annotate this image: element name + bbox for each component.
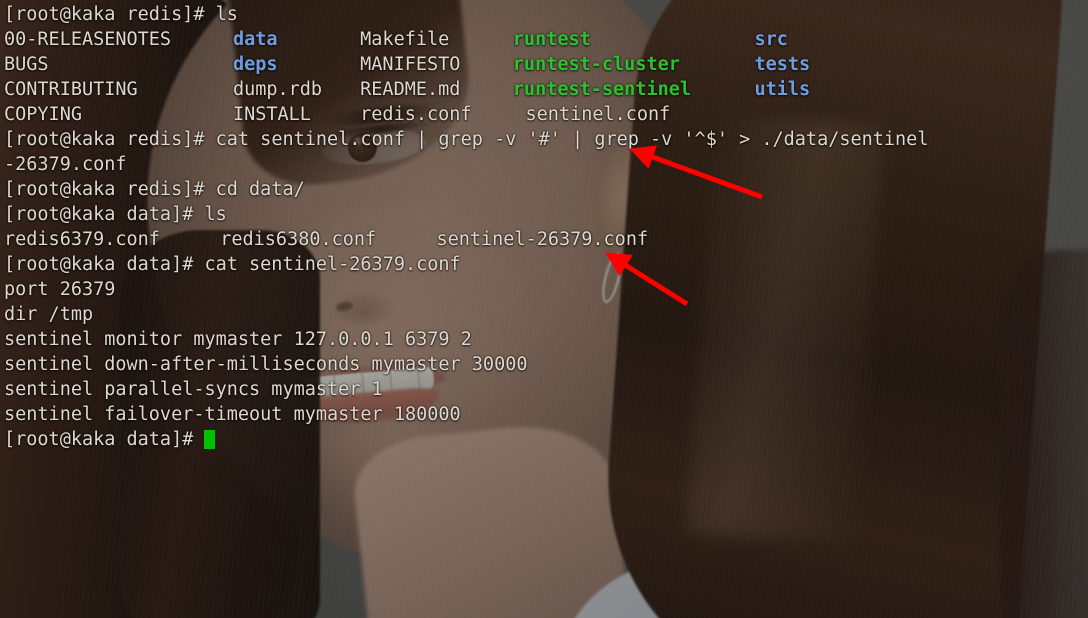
terminal-output-line: sentinel down-after-milliseconds mymaste… bbox=[4, 352, 1088, 377]
config-directive-text: port 26379 bbox=[4, 279, 116, 300]
config-directive-text: sentinel down-after-milliseconds mymaste… bbox=[4, 354, 528, 375]
terminal-text-buffer[interactable]: [root@kaka redis]# ls 00-RELEASENOTES data… bbox=[0, 0, 1088, 618]
shell-prompt: [root@kaka data]# bbox=[4, 254, 205, 275]
terminal-command-line: [root@kaka data]# ls bbox=[4, 202, 1088, 227]
ls-file-entry: dump.rdb bbox=[232, 79, 323, 100]
shell-command-text-wrapped: -26379.conf bbox=[4, 154, 127, 175]
ls-output-row: 00-RELEASENOTES data Makefile runtest src bbox=[4, 27, 1088, 52]
shell-command-text: ls bbox=[204, 204, 227, 225]
ls-output-row: COPYING INSTALL redis.conf sentinel.conf bbox=[4, 102, 1088, 127]
ls-file-entry: redis6379.conf bbox=[4, 229, 160, 250]
ls-file-entry: BUGS bbox=[4, 54, 49, 75]
ls-directory-entry: src bbox=[754, 29, 788, 50]
ls-executable-entry: runtest-cluster bbox=[512, 54, 680, 75]
terminal-output-line: sentinel parallel-syncs mymaster 1 bbox=[4, 377, 1088, 402]
terminal-output-line: port 26379 bbox=[4, 277, 1088, 302]
terminal-command-line: [root@kaka redis]# cd data/ bbox=[4, 177, 1088, 202]
ls-executable-entry: runtest bbox=[512, 29, 591, 50]
ls-output-row: redis6379.conf redis6380.conf sentinel-263… bbox=[4, 227, 1088, 252]
config-directive-text: sentinel failover-timeout mymaster 18000… bbox=[4, 404, 461, 425]
shell-prompt: [root@kaka redis]# bbox=[4, 129, 216, 150]
ls-directory-entry: data bbox=[232, 29, 278, 50]
config-directive-text: sentinel monitor mymaster 127.0.0.1 6379… bbox=[4, 329, 472, 350]
text-cursor[interactable] bbox=[204, 430, 216, 449]
shell-prompt: [root@kaka data]# bbox=[4, 204, 205, 225]
ls-directory-entry: deps bbox=[232, 54, 278, 75]
terminal-output-line: dir /tmp bbox=[4, 302, 1088, 327]
terminal-active-prompt-line: [root@kaka data]# bbox=[4, 427, 1088, 452]
terminal-output-line: sentinel failover-timeout mymaster 18000… bbox=[4, 402, 1088, 427]
ls-file-entry: sentinel.conf bbox=[525, 104, 671, 125]
terminal-command-line: [root@kaka redis]# ls bbox=[4, 2, 1088, 27]
terminal-command-line: [root@kaka redis]# cat sentinel.conf | g… bbox=[4, 127, 1088, 152]
terminal-output-line: sentinel monitor mymaster 127.0.0.1 6379… bbox=[4, 327, 1088, 352]
ls-file-entry: CONTRIBUTING bbox=[4, 79, 138, 100]
ls-directory-entry: utils bbox=[754, 79, 811, 100]
ls-output-row: BUGS deps MANIFESTO runtest-cluster tests bbox=[4, 52, 1088, 77]
shell-prompt: [root@kaka redis]# bbox=[4, 179, 216, 200]
ls-directory-entry: tests bbox=[754, 54, 811, 75]
ls-file-entry: redis6380.conf bbox=[220, 229, 377, 250]
config-directive-text: sentinel parallel-syncs mymaster 1 bbox=[4, 379, 383, 400]
ls-file-entry: README.md bbox=[360, 79, 461, 100]
shell-prompt: [root@kaka redis]# bbox=[4, 4, 216, 25]
shell-prompt: [root@kaka data]# bbox=[4, 429, 205, 450]
ls-executable-entry: runtest-sentinel bbox=[512, 79, 692, 100]
terminal-command-line: [root@kaka data]# cat sentinel-26379.con… bbox=[4, 252, 1088, 277]
ls-file-entry: INSTALL bbox=[232, 104, 311, 125]
shell-command-text: cat sentinel-26379.conf bbox=[204, 254, 461, 275]
terminal-window[interactable]: [root@kaka redis]# ls 00-RELEASENOTES data… bbox=[0, 0, 1088, 618]
ls-file-entry: redis.conf bbox=[360, 104, 472, 125]
shell-command-text: cat sentinel.conf | grep -v '#' | grep -… bbox=[215, 129, 929, 150]
ls-file-entry: 00-RELEASENOTES bbox=[4, 29, 172, 50]
shell-command-text: cd data/ bbox=[215, 179, 305, 200]
ls-file-entry: COPYING bbox=[4, 104, 82, 125]
ls-output-row: CONTRIBUTING dump.rdb README.md runtest-sen… bbox=[4, 77, 1088, 102]
ls-file-entry: MANIFESTO bbox=[360, 54, 461, 75]
ls-file-entry: Makefile bbox=[360, 29, 450, 50]
shell-command-text: ls bbox=[215, 4, 238, 25]
ls-file-entry: sentinel-26379.conf bbox=[436, 229, 649, 250]
config-directive-text: dir /tmp bbox=[4, 304, 94, 325]
terminal-wrapped-line: -26379.conf bbox=[4, 152, 1088, 177]
